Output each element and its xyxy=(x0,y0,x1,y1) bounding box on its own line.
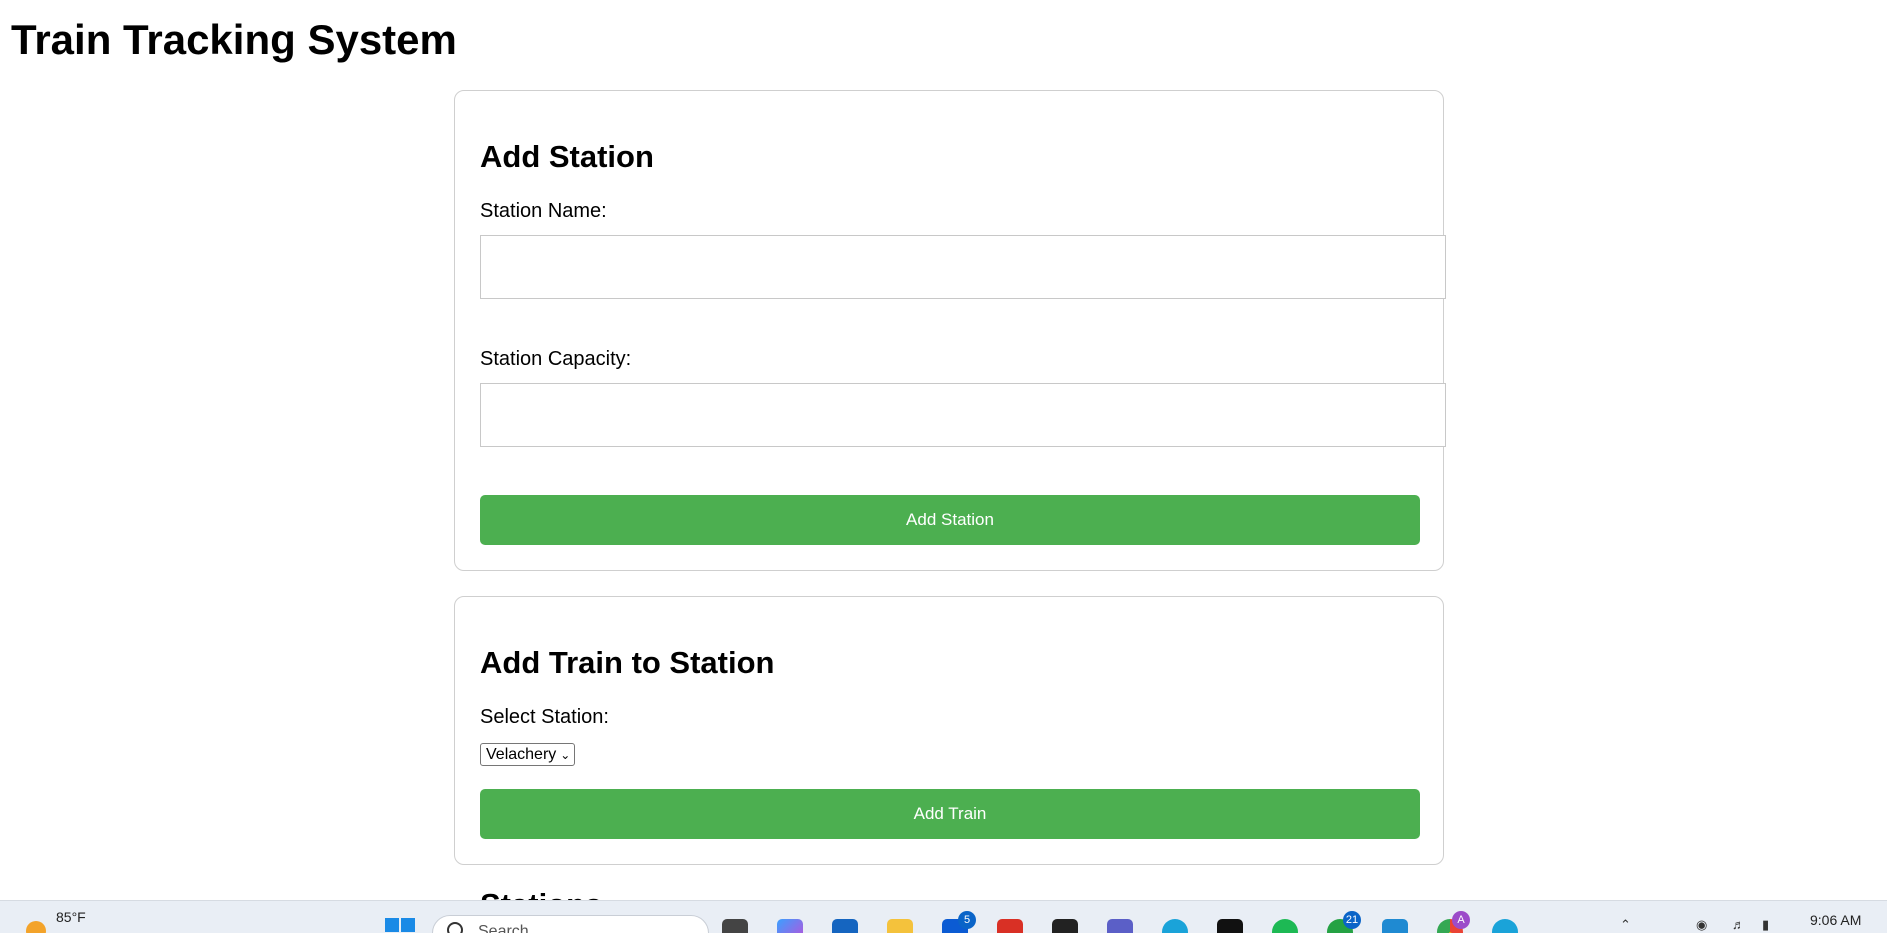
chevron-down-icon: ⌄ xyxy=(560,747,571,762)
station-select-value: Velachery xyxy=(486,745,557,763)
search-icon xyxy=(447,922,463,933)
tray-chevron-icon[interactable]: ⌃ xyxy=(1620,917,1631,933)
volume-icon[interactable]: ♬ xyxy=(1732,917,1745,932)
teams-icon[interactable] xyxy=(1107,919,1133,933)
edge-dev-icon[interactable] xyxy=(1492,919,1518,933)
copilot-icon[interactable] xyxy=(777,919,803,933)
spotify-icon[interactable] xyxy=(1272,919,1298,933)
add-train-heading: Add Train to Station xyxy=(480,645,775,680)
add-station-button[interactable]: Add Station xyxy=(480,495,1420,545)
station-capacity-input[interactable] xyxy=(480,383,1446,447)
gmail-icon[interactable] xyxy=(997,919,1023,933)
taskbar: 85°F Search 5 21 A ⌃ ◉ ♬ ▮ 9:06 AM xyxy=(0,900,1887,933)
station-select[interactable]: Velachery ⌄ xyxy=(480,743,576,766)
add-station-card: Add Station Station Name: Station Capaci… xyxy=(454,90,1446,571)
windows-start-icon[interactable] xyxy=(385,918,415,933)
station-name-label: Station Name: xyxy=(480,200,607,222)
station-capacity-label: Station Capacity: xyxy=(480,348,632,370)
store-icon[interactable] xyxy=(832,919,858,933)
clock[interactable]: 9:06 AM xyxy=(1810,912,1861,928)
edge-icon[interactable] xyxy=(1162,919,1188,933)
vscode-icon[interactable] xyxy=(1382,919,1408,933)
task-view-icon[interactable] xyxy=(722,919,748,933)
station-name-input[interactable] xyxy=(480,235,1446,299)
page-title: Train Tracking System xyxy=(11,16,457,63)
dropbox-icon[interactable] xyxy=(1052,919,1078,933)
weather-widget[interactable]: 85°F xyxy=(26,909,86,933)
add-station-heading: Add Station xyxy=(480,139,654,174)
file-explorer-icon[interactable] xyxy=(887,919,913,933)
trello-badge: 5 xyxy=(958,911,976,929)
add-train-button[interactable]: Add Train xyxy=(480,789,1420,839)
app-icon[interactable] xyxy=(1217,919,1243,933)
temperature: 85°F xyxy=(56,909,86,925)
add-train-card: Add Train to Station Select Station: Vel… xyxy=(454,596,1444,865)
whatsapp-badge: 21 xyxy=(1343,911,1361,929)
taskbar-search[interactable]: Search xyxy=(432,915,709,933)
select-station-label: Select Station: xyxy=(480,706,609,728)
wifi-icon[interactable]: ◉ xyxy=(1696,917,1707,933)
battery-icon[interactable]: ▮ xyxy=(1762,917,1769,933)
weather-icon xyxy=(26,921,46,933)
profile-badge: A xyxy=(1452,911,1470,929)
